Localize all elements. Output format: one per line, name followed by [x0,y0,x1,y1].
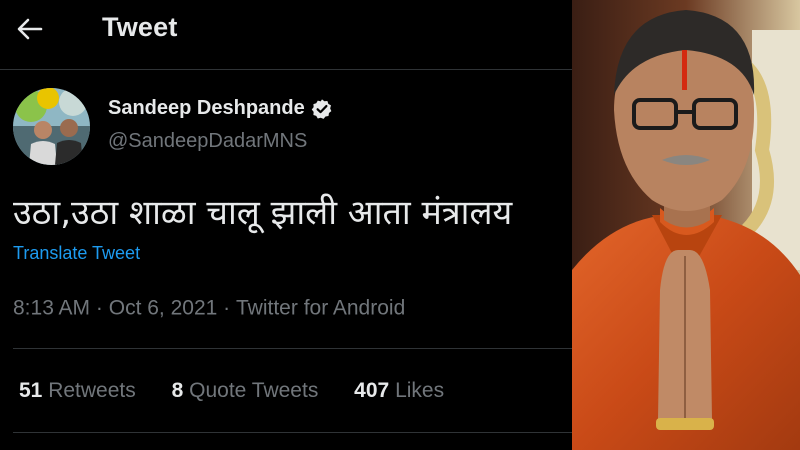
quote-tweets-count: 8 [171,379,184,402]
author-display-name[interactable]: Sandeep Deshpande [108,97,305,120]
stats-divider [13,432,572,433]
arrow-left-icon [17,18,43,40]
likes-stat[interactable]: 407 Likes [354,379,444,403]
avatar-image [13,88,90,165]
retweets-count: 51 [19,379,43,402]
tweet-date[interactable]: Oct 6, 2021 [109,296,218,319]
page-title: Tweet [102,12,178,42]
tweet-time[interactable]: 8:13 AM [13,296,90,319]
tweet-stats: 51 Retweets 8 Quote Tweets 407 Likes [19,379,474,403]
meta-divider [13,348,572,349]
quote-tweets-stat[interactable]: 8 Quote Tweets [172,379,319,403]
politician-photo [572,0,800,450]
translate-tweet-link[interactable]: Translate Tweet [13,243,140,264]
tweet-meta: 8:13 AM · Oct 6, 2021 · Twitter for Andr… [13,296,405,320]
meta-separator: · [223,296,231,320]
author-handle[interactable]: @SandeepDadarMNS [108,130,307,153]
back-button[interactable] [10,11,50,47]
meta-separator: · [95,296,103,320]
tweet-header: Tweet [0,0,572,58]
retweets-stat[interactable]: 51 Retweets [19,379,136,403]
tweet-text: उठा,उठा शाळा चालू झाली आता मंत्रालय [13,193,513,233]
likes-label: Likes [395,379,445,402]
portrait-image [572,0,800,450]
tweet-source[interactable]: Twitter for Android [236,296,405,319]
header-divider [0,69,572,70]
quote-tweets-label: Quote Tweets [189,379,319,402]
author-name-row: Sandeep Deshpande [108,97,333,120]
tweet-panel: Tweet Sandeep Deshpande @SandeepDadarMNS… [0,0,572,450]
avatar[interactable] [13,88,90,165]
retweets-label: Retweets [48,379,136,402]
likes-count: 407 [354,379,390,402]
verified-badge-icon [311,98,332,119]
